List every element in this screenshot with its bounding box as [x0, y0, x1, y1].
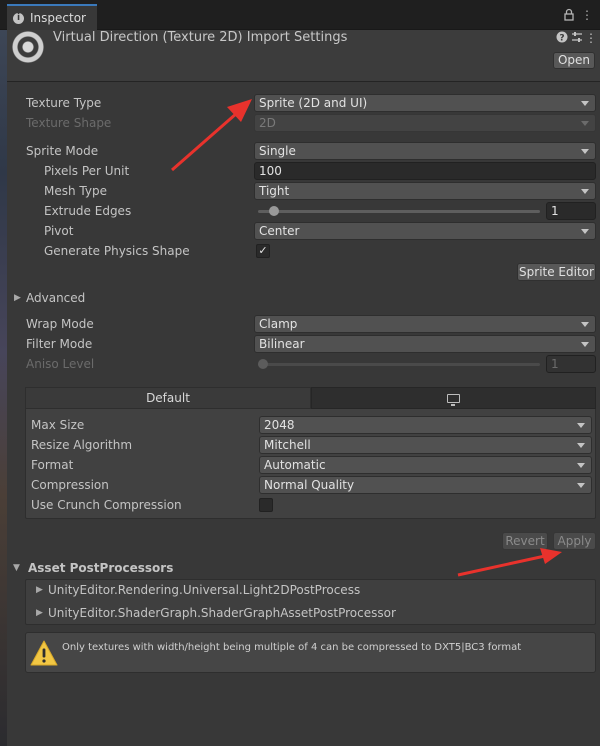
max-size-label: Max Size: [31, 418, 85, 432]
apply-button[interactable]: Apply: [553, 532, 596, 550]
chevron-down-icon: [581, 101, 589, 106]
mesh-type-dropdown[interactable]: Tight: [254, 182, 596, 200]
aniso-level-slider-track: [258, 363, 540, 366]
aniso-level-label: Aniso Level: [26, 357, 95, 371]
tab-default-platform[interactable]: Default: [25, 387, 311, 409]
compression-value: Normal Quality: [264, 478, 355, 492]
texture-type-dropdown[interactable]: Sprite (2D and UI): [254, 94, 596, 112]
postprocessor-item-arrow[interactable]: ▶: [36, 608, 43, 618]
pixels-per-unit-input[interactable]: 100: [254, 162, 596, 180]
texture-shape-label: Texture Shape: [26, 116, 112, 130]
mesh-type-value: Tight: [259, 184, 290, 198]
filter-mode-value: Bilinear: [259, 337, 305, 351]
svg-text:?: ?: [559, 33, 564, 43]
format-dropdown[interactable]: Automatic: [259, 456, 592, 474]
resize-algorithm-label: Resize Algorithm: [31, 438, 133, 452]
format-label: Format: [31, 458, 74, 472]
tab-standalone-platform[interactable]: [311, 387, 596, 409]
advanced-foldout-label[interactable]: Advanced: [26, 291, 85, 305]
mesh-type-label: Mesh Type: [44, 184, 107, 198]
info-icon: i: [13, 12, 24, 24]
chevron-down-icon: [581, 229, 589, 234]
chevron-down-icon: [581, 322, 589, 327]
asset-postprocessors-foldout-arrow[interactable]: ▼: [13, 563, 20, 573]
menu-icon[interactable]: ⋮: [580, 8, 594, 22]
chevron-down-icon: [577, 423, 585, 428]
extrude-edges-input[interactable]: 1: [546, 202, 596, 220]
pivot-value: Center: [259, 224, 300, 238]
chevron-down-icon: [581, 342, 589, 347]
wrap-mode-dropdown[interactable]: Clamp: [254, 315, 596, 333]
aniso-level-slider-handle: [258, 359, 268, 369]
warning-icon: [30, 640, 58, 666]
max-size-dropdown[interactable]: 2048: [259, 416, 592, 434]
sprite-mode-label: Sprite Mode: [26, 144, 99, 158]
open-button[interactable]: Open: [553, 52, 595, 69]
extrude-edges-label: Extrude Edges: [44, 204, 132, 218]
tab-inspector[interactable]: i Inspector: [7, 4, 97, 30]
texture-shape-dropdown: 2D: [254, 114, 596, 132]
texture-type-value: Sprite (2D and UI): [259, 96, 368, 110]
resize-algorithm-dropdown[interactable]: Mitchell: [259, 436, 592, 454]
pixels-per-unit-label: Pixels Per Unit: [44, 164, 130, 178]
advanced-foldout-arrow[interactable]: ▶: [14, 293, 21, 303]
extrude-edges-slider-handle[interactable]: [268, 206, 279, 216]
sprite-editor-button[interactable]: Sprite Editor: [517, 263, 596, 281]
postprocessor-item-arrow[interactable]: ▶: [36, 585, 43, 595]
generate-physics-shape-label: Generate Physics Shape: [44, 244, 190, 258]
chevron-down-icon: [577, 483, 585, 488]
use-crunch-compression-checkbox[interactable]: [259, 498, 273, 512]
asset-postprocessors-title[interactable]: Asset PostProcessors: [28, 561, 173, 575]
annotation-arrow: [171, 99, 252, 172]
pivot-label: Pivot: [44, 224, 74, 238]
sprite-mode-dropdown[interactable]: Single: [254, 142, 596, 160]
annotation-arrow: [457, 548, 562, 577]
aniso-level-input: 1: [546, 355, 596, 373]
chevron-down-icon: [581, 149, 589, 154]
help-icon[interactable]: ?: [555, 31, 569, 45]
monitor-icon: [447, 393, 460, 406]
chevron-down-icon: [581, 121, 589, 126]
settings-sliders-icon[interactable]: [570, 31, 584, 45]
extrude-edges-slider-track[interactable]: [258, 210, 540, 213]
sprite-mode-value: Single: [259, 144, 296, 158]
lock-icon[interactable]: [562, 8, 576, 22]
use-crunch-compression-label: Use Crunch Compression: [31, 498, 182, 512]
max-size-value: 2048: [264, 418, 295, 432]
postprocessor-item[interactable]: UnityEditor.ShaderGraph.ShaderGraphAsset…: [48, 606, 396, 620]
more-icon[interactable]: ⋮: [584, 31, 598, 45]
pivot-dropdown[interactable]: Center: [254, 222, 596, 240]
chevron-down-icon: [577, 463, 585, 468]
resize-algorithm-value: Mitchell: [264, 438, 311, 452]
wrap-mode-label: Wrap Mode: [26, 317, 94, 331]
chevron-down-icon: [581, 189, 589, 194]
asset-title: Virtual Direction (Texture 2D) Import Se…: [53, 30, 348, 45]
scene-view-edge: [0, 30, 7, 746]
texture-asset-icon: [12, 31, 44, 63]
wrap-mode-value: Clamp: [259, 317, 298, 331]
tab-inspector-label: Inspector: [30, 11, 86, 25]
revert-button[interactable]: Revert: [502, 532, 548, 550]
postprocessor-item[interactable]: UnityEditor.Rendering.Universal.Light2DP…: [48, 583, 360, 597]
format-value: Automatic: [264, 458, 326, 472]
texture-shape-value: 2D: [259, 116, 276, 130]
compression-dropdown[interactable]: Normal Quality: [259, 476, 592, 494]
filter-mode-dropdown[interactable]: Bilinear: [254, 335, 596, 353]
texture-type-label: Texture Type: [26, 96, 102, 110]
generate-physics-shape-checkbox[interactable]: ✓: [256, 244, 270, 258]
chevron-down-icon: [577, 443, 585, 448]
warning-message: Only textures with width/height being mu…: [62, 642, 522, 653]
compression-label: Compression: [31, 478, 109, 492]
filter-mode-label: Filter Mode: [26, 337, 93, 351]
